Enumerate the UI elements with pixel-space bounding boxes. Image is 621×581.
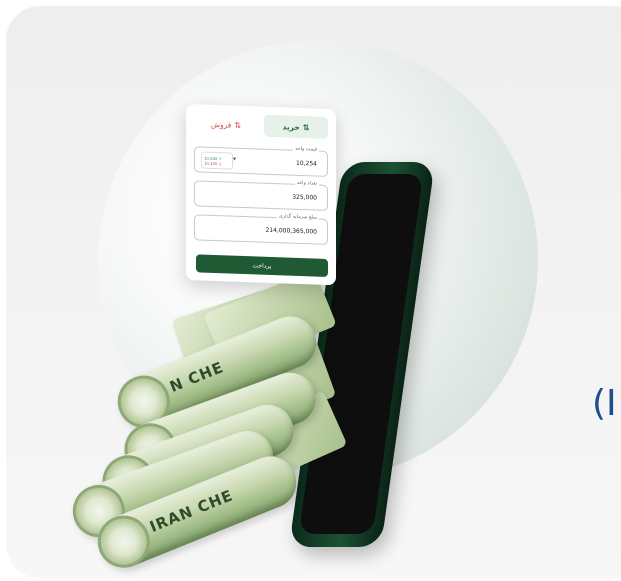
partial-heading: (I <box>592 383 617 424</box>
chevron-down-icon[interactable]: ▾ <box>233 156 236 163</box>
buy-icon: ⇅ <box>302 122 310 132</box>
roll-label: N CHE <box>167 358 227 396</box>
unit-price-label: قیمت واحد <box>293 146 319 153</box>
quantity-value: 325,000 <box>292 193 317 202</box>
price-suggestion-box[interactable]: 10,200 ↑ 10,300 ↓ <box>201 151 233 170</box>
sell-icon: ⇅ <box>234 120 242 130</box>
tab-sell-label: فروش <box>210 119 232 130</box>
total-field[interactable]: مبلغ سرمایه گذاری 214,000,365,000 <box>194 214 328 245</box>
trade-tabs: ⇅ خرید ⇅ فروش <box>194 112 328 139</box>
quantity-label: تعداد واحد <box>294 180 319 187</box>
unit-price-value: 10,254 <box>296 159 317 168</box>
unit-price-field[interactable]: قیمت واحد 10,254 ▾ 10,200 ↑ 10,300 ↓ <box>194 146 328 177</box>
trade-form-card: ⇅ خرید ⇅ فروش قیمت واحد 10,254 ▾ 10,200 … <box>186 104 336 286</box>
tab-buy-label: خرید <box>282 121 300 132</box>
total-label: مبلغ سرمایه گذاری <box>276 214 319 221</box>
total-value: 214,000,365,000 <box>265 226 317 236</box>
tab-buy[interactable]: ⇅ خرید <box>264 114 328 139</box>
pay-button[interactable]: پرداخت <box>196 254 328 277</box>
ask-down-price: 10,300 ↓ <box>204 160 222 166</box>
tab-sell[interactable]: ⇅ فروش <box>194 112 258 136</box>
quantity-field[interactable]: تعداد واحد 325,000 <box>194 180 328 211</box>
